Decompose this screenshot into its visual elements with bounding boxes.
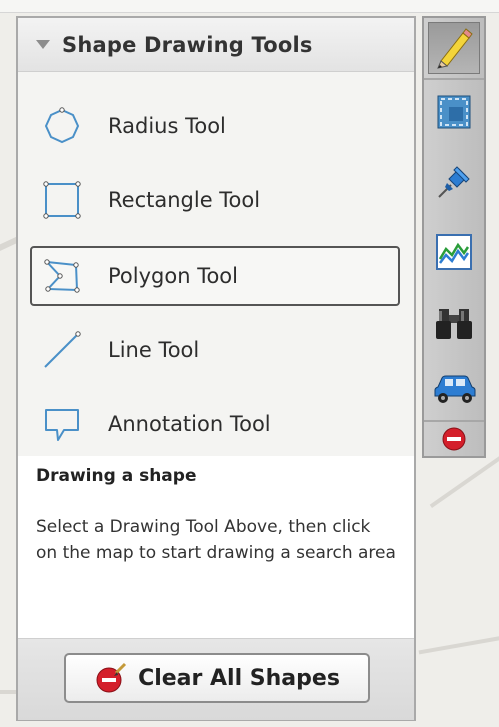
car-icon: [434, 375, 476, 403]
annotation-tool-label: Annotation Tool: [108, 412, 271, 436]
toolbar-separator: [424, 420, 484, 422]
draw-shapes-button[interactable]: [428, 22, 480, 74]
binoculars-icon: [436, 309, 472, 339]
select-area-icon: [437, 95, 471, 129]
no-entry-icon: [442, 427, 466, 451]
right-toolbar: [422, 16, 486, 458]
panel-title: Shape Drawing Tools: [62, 32, 313, 57]
rectangle-tool[interactable]: Rectangle Tool: [32, 170, 402, 230]
panel-header[interactable]: Shape Drawing Tools: [18, 18, 414, 72]
collapse-triangle-icon[interactable]: [36, 40, 50, 49]
clear-all-shapes-button[interactable]: Clear All Shapes: [64, 653, 370, 703]
polygon-tool[interactable]: Polygon Tool: [30, 246, 400, 306]
radius-icon: [44, 107, 80, 144]
pushpin-button[interactable]: [428, 156, 480, 208]
rectangle-icon: [43, 181, 81, 219]
map-top-strip: [0, 0, 499, 13]
clear-shapes-icon: [96, 662, 127, 693]
shape-drawing-panel: Shape Drawing Tools Radius Tool Rectangl…: [16, 16, 416, 721]
binoculars-button[interactable]: [428, 296, 480, 348]
chart-button[interactable]: [428, 226, 480, 278]
line-tool-label: Line Tool: [108, 338, 200, 362]
polygon-tool-label: Polygon Tool: [108, 264, 238, 288]
polygon-icon: [44, 259, 80, 293]
help-title: Drawing a shape: [36, 466, 197, 486]
select-area-button[interactable]: [428, 86, 480, 138]
car-button[interactable]: [428, 364, 480, 416]
rectangle-tool-label: Rectangle Tool: [108, 188, 261, 212]
help-section: Drawing a shape Select a Drawing Tool Ab…: [18, 456, 414, 638]
radius-tool-label: Radius Tool: [108, 114, 226, 138]
map-road: [418, 629, 499, 655]
pushpin-icon: [438, 166, 470, 198]
annotation-icon: [45, 409, 79, 441]
line-tool[interactable]: Line Tool: [32, 320, 402, 380]
chart-icon: [436, 234, 472, 270]
clear-all-shapes-label: Clear All Shapes: [138, 665, 340, 691]
panel-footer: Clear All Shapes: [18, 638, 414, 720]
radius-tool[interactable]: Radius Tool: [32, 96, 402, 156]
clear-button[interactable]: [428, 424, 480, 454]
pencil-icon: [437, 28, 473, 69]
help-text: Select a Drawing Tool Above, then click …: [36, 517, 396, 563]
line-icon: [44, 331, 81, 368]
annotation-tool[interactable]: Annotation Tool: [32, 394, 402, 454]
tool-list: Radius Tool Rectangle Tool Polygon Tool: [18, 72, 414, 456]
toolbar-separator: [424, 78, 484, 80]
